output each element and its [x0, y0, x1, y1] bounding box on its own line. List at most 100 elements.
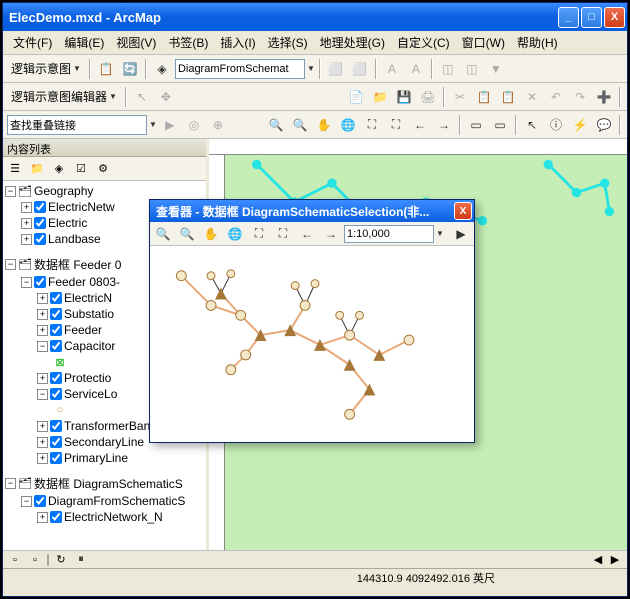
expand-toggle[interactable]: + — [37, 293, 48, 304]
redo-icon[interactable]: ↷ — [569, 86, 591, 108]
expand-toggle[interactable]: + — [37, 325, 48, 336]
find-combo[interactable] — [7, 115, 147, 135]
text-a-icon[interactable]: A — [381, 58, 403, 80]
select-icon[interactable]: ↖ — [131, 86, 153, 108]
collapse-toggle[interactable]: − — [37, 341, 48, 352]
layer-check[interactable] — [50, 420, 62, 432]
layer-check[interactable] — [34, 201, 46, 213]
fixed-zoomout-icon[interactable]: ⛶ — [272, 223, 294, 245]
geography-frame[interactable]: Geography — [34, 184, 93, 198]
chevron-down-icon[interactable]: ▼ — [149, 120, 157, 129]
layer-check[interactable] — [50, 324, 62, 336]
layer-feeder[interactable]: Feeder — [64, 323, 102, 337]
zoom-in-icon[interactable]: 🔍 — [265, 114, 287, 136]
viewer-titlebar[interactable]: 查看器 - 数据框 DiagramSchematicSelection(非...… — [150, 200, 474, 222]
chevron-down-icon[interactable]: ▼ — [436, 229, 444, 238]
collapse-toggle[interactable]: − — [21, 496, 32, 507]
run-icon[interactable]: ▶ — [159, 114, 181, 136]
target-icon[interactable]: ◎ — [183, 114, 205, 136]
close-button[interactable]: X — [604, 7, 625, 28]
menu-windows[interactable]: 窗口(W) — [456, 32, 511, 53]
select-features-icon[interactable]: ▭ — [465, 114, 487, 136]
layer-check[interactable] — [50, 372, 62, 384]
expand-toggle[interactable]: + — [21, 234, 32, 245]
save-icon[interactable]: 💾 — [393, 86, 415, 108]
chevron-down-icon[interactable]: ▼ — [307, 64, 315, 73]
pan-icon[interactable]: ✋ — [200, 223, 222, 245]
menu-help[interactable]: 帮助(H) — [511, 32, 564, 53]
scale-combo[interactable] — [344, 225, 434, 243]
layout-icon[interactable]: ⬜ — [349, 58, 371, 80]
new-icon[interactable]: 📄 — [345, 86, 367, 108]
layer-check[interactable] — [50, 511, 62, 523]
collapse-toggle[interactable]: − — [37, 389, 48, 400]
expand-icon[interactable]: ◫ — [461, 58, 483, 80]
menu-customize[interactable]: 自定义(C) — [391, 32, 456, 53]
scroll-left-icon[interactable]: ◀ — [590, 553, 606, 567]
collapse-toggle[interactable]: − — [21, 277, 32, 288]
pan-icon[interactable]: ✋ — [313, 114, 335, 136]
text-a2-icon[interactable]: A — [405, 58, 427, 80]
pointer-icon[interactable]: ↖ — [521, 114, 543, 136]
open-icon[interactable]: 📁 — [369, 86, 391, 108]
viewer-canvas[interactable] — [150, 246, 474, 442]
list-draworder-icon[interactable]: ☰ — [5, 159, 25, 179]
move-icon[interactable]: ✥ — [155, 86, 177, 108]
add-icon[interactable]: ➕ — [593, 86, 615, 108]
dropdown-icon[interactable]: ▼ — [485, 58, 507, 80]
layer-check[interactable] — [34, 276, 46, 288]
expand-toggle[interactable]: + — [37, 453, 48, 464]
layer-electricnetworkn[interactable]: ElectricNetwork_N — [64, 510, 163, 524]
layer-diagramschematic[interactable]: DiagramFromSchematicS — [48, 494, 185, 508]
identify-icon[interactable]: ⓘ — [545, 114, 567, 136]
cut-icon[interactable]: ✂ — [449, 86, 471, 108]
refresh-icon[interactable]: ↻ — [53, 553, 69, 567]
zoom-in-icon[interactable]: 🔍 — [152, 223, 174, 245]
viewer-window[interactable]: 查看器 - 数据框 DiagramSchematicSelection(非...… — [149, 199, 475, 443]
maximize-button[interactable]: □ — [581, 7, 602, 28]
options-icon[interactable]: ⚙ — [93, 159, 113, 179]
layer-check[interactable] — [50, 308, 62, 320]
layer-check[interactable] — [34, 217, 46, 229]
menu-bookmarks[interactable]: 书签(B) — [162, 32, 214, 53]
layer-electricnet[interactable]: ElectricNetw — [48, 200, 115, 214]
layer-check[interactable] — [34, 233, 46, 245]
delete-icon[interactable]: ✕ — [521, 86, 543, 108]
reduce-icon[interactable]: ◫ — [437, 58, 459, 80]
list-source-icon[interactable]: 📁 — [27, 159, 47, 179]
layer-check[interactable] — [50, 452, 62, 464]
hyperlink-icon[interactable]: ⚡ — [569, 114, 591, 136]
layer-protection[interactable]: Protectio — [64, 371, 111, 385]
menu-insert[interactable]: 插入(I) — [214, 32, 261, 53]
back-icon[interactable]: ← — [296, 223, 318, 245]
layer-check[interactable] — [34, 495, 46, 507]
forward-icon[interactable]: → — [433, 114, 455, 136]
full-extent-icon[interactable]: 🌐 — [337, 114, 359, 136]
menu-selection[interactable]: 选择(S) — [262, 32, 314, 53]
expand-toggle[interactable]: + — [37, 309, 48, 320]
layer-primaryline[interactable]: PrimaryLine — [64, 451, 128, 465]
layer-landbase[interactable]: Landbase — [48, 232, 101, 246]
full-extent-icon[interactable]: 🌐 — [224, 223, 246, 245]
html-popup-icon[interactable]: 💬 — [593, 114, 615, 136]
update-schematic-icon[interactable]: 🔄 — [119, 58, 141, 80]
diagram-combo[interactable] — [175, 59, 305, 79]
dataframe-schematic[interactable]: 数据框 DiagramSchematicS — [34, 475, 183, 492]
print-icon[interactable]: 🖨 — [417, 86, 439, 108]
zoom-out-icon[interactable]: 🔍 — [289, 114, 311, 136]
paste-icon[interactable]: 📋 — [497, 86, 519, 108]
layout-view-icon[interactable]: ▫ — [27, 553, 43, 567]
data-view-icon[interactable]: ▫ — [7, 553, 23, 567]
layer-check[interactable] — [50, 340, 62, 352]
layer-transformerbank[interactable]: TransformerBank — [64, 419, 156, 433]
copy-icon[interactable]: 📋 — [473, 86, 495, 108]
network-icon[interactable]: ⊕ — [207, 114, 229, 136]
zoom-out-icon[interactable]: 🔍 — [176, 223, 198, 245]
expand-toggle[interactable]: + — [37, 421, 48, 432]
layer-serviceloc[interactable]: ServiceLo — [64, 387, 117, 401]
menu-edit[interactable]: 编辑(E) — [58, 32, 110, 53]
pause-icon[interactable]: ⏸ — [73, 553, 89, 567]
fixed-zoomout-icon[interactable]: ⛶ — [385, 114, 407, 136]
dataframe-feeder[interactable]: 数据框 Feeder 0 — [34, 256, 121, 273]
fixed-zoomin-icon[interactable]: ⛶ — [248, 223, 270, 245]
